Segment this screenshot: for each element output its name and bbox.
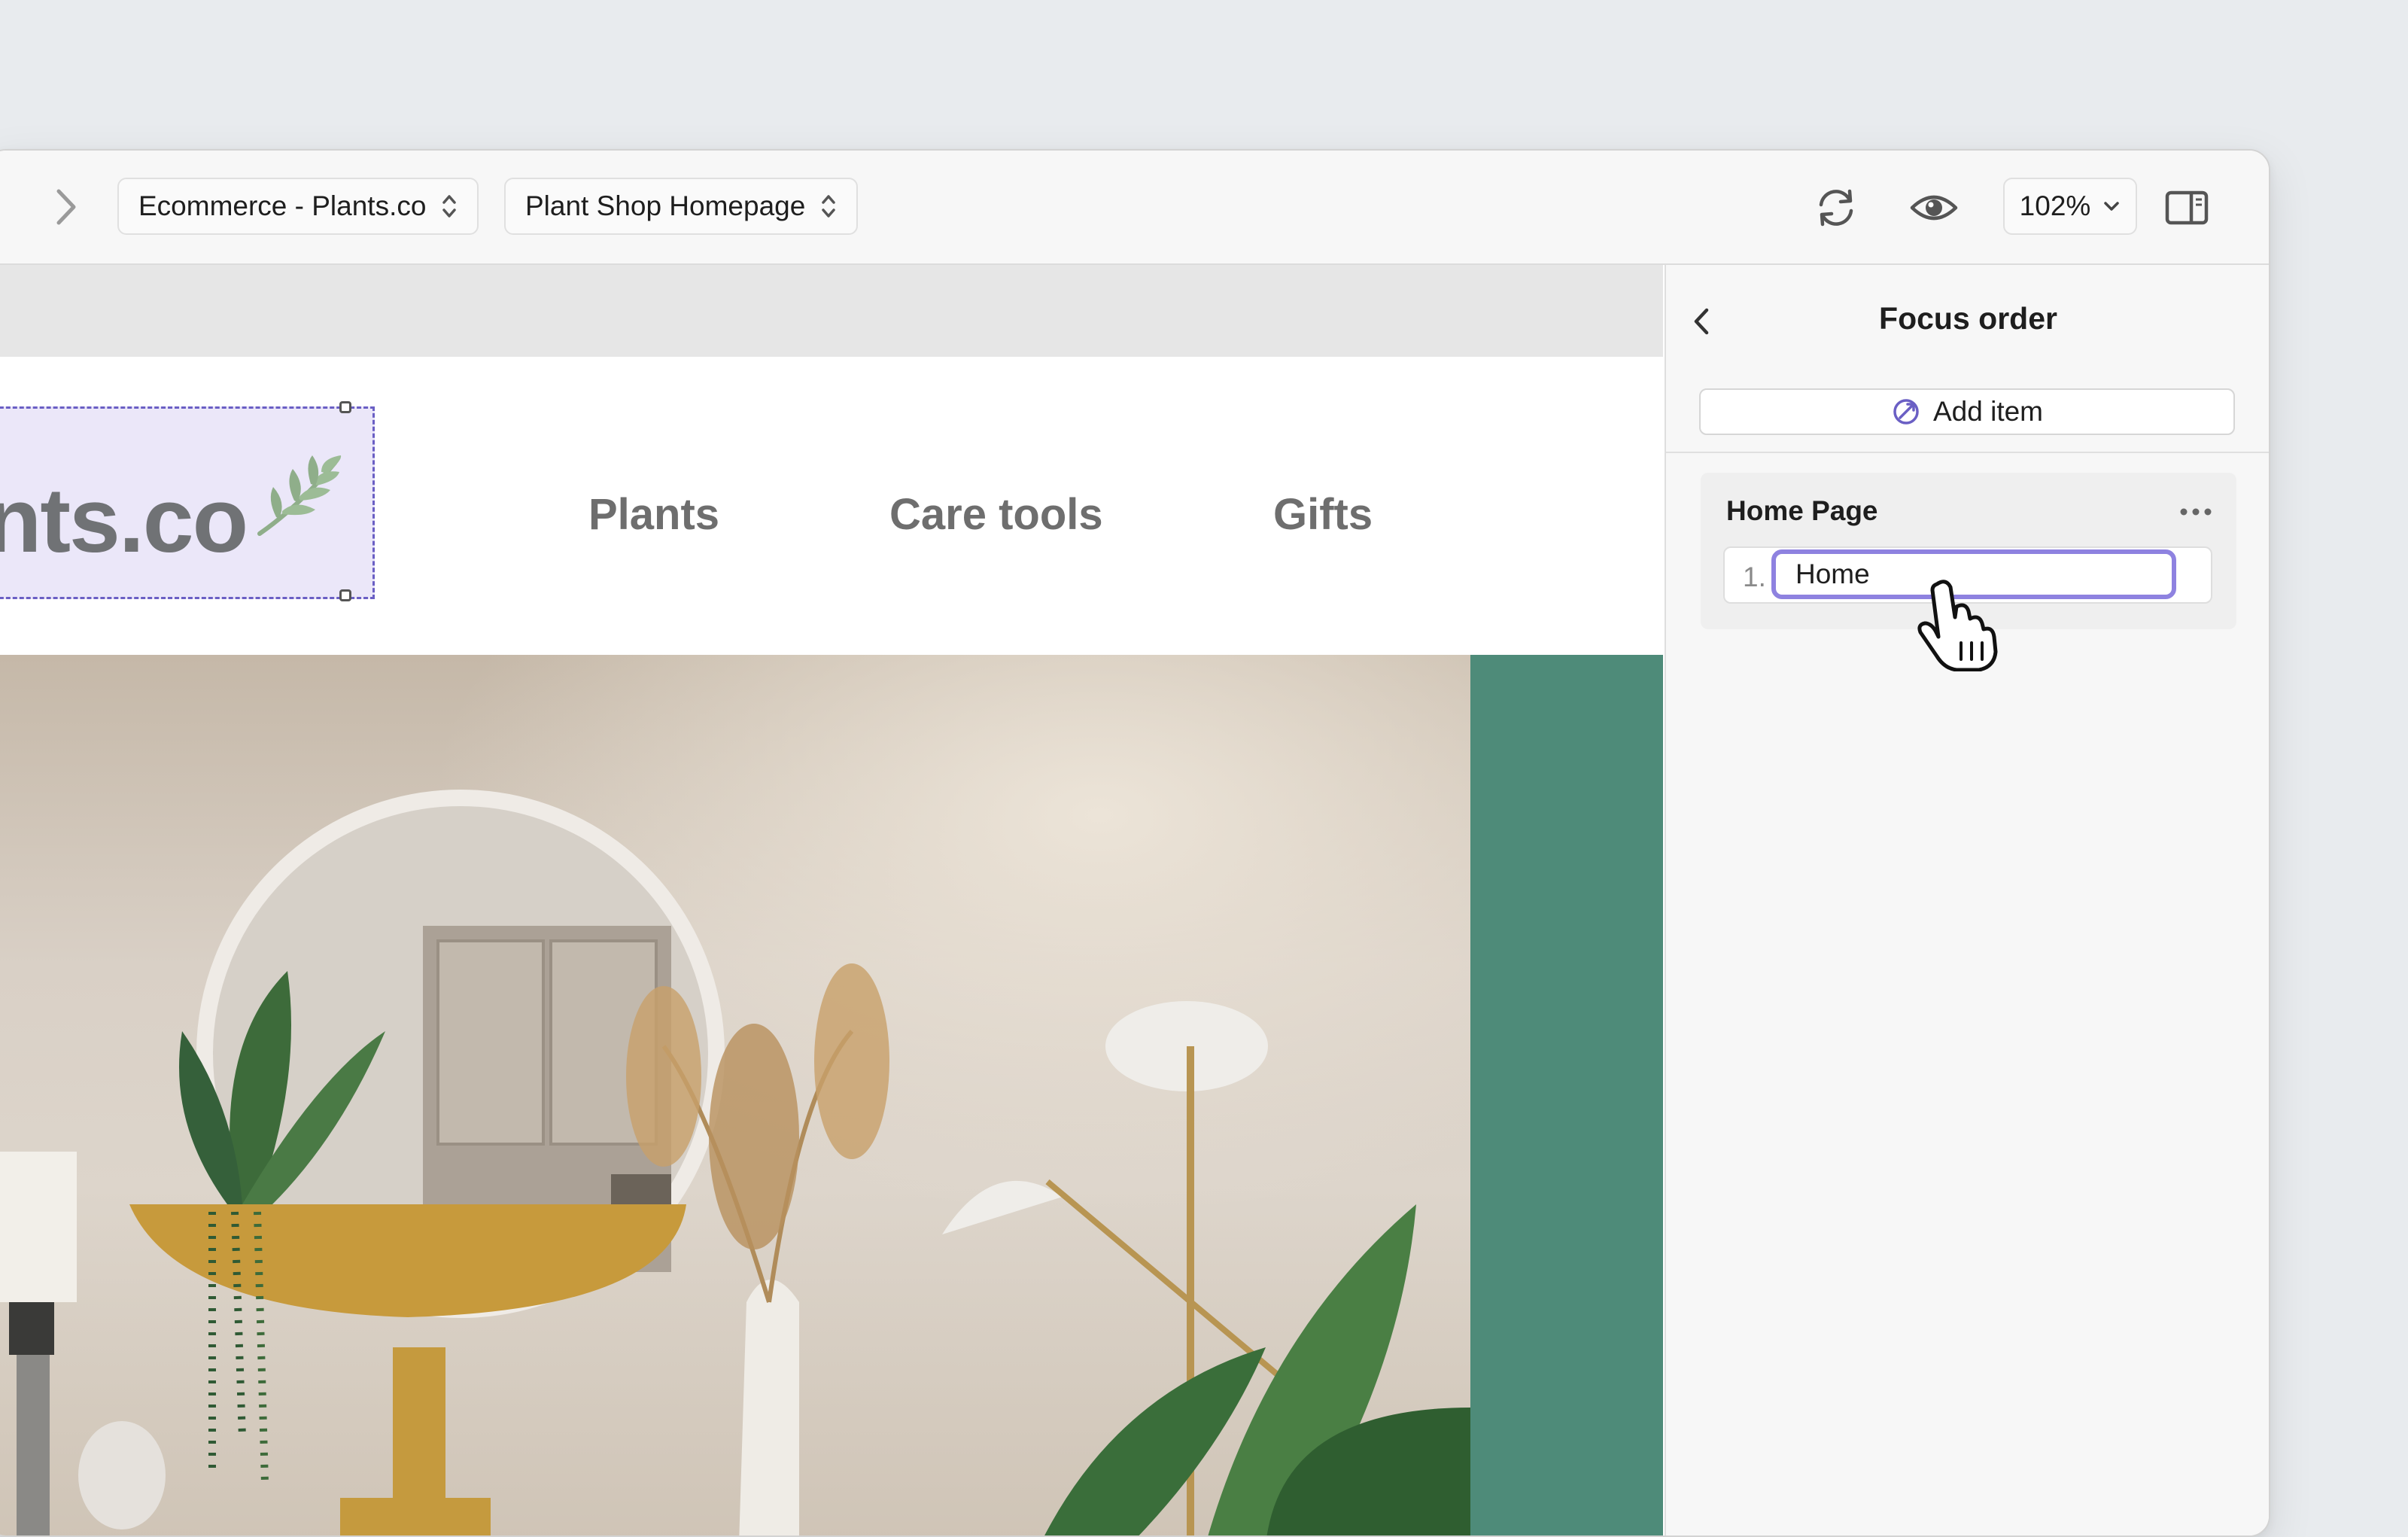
selected-logo-frame[interactable]: ants.co	[0, 401, 375, 601]
hand-cursor-icon	[1917, 580, 1998, 671]
updown-chevron-icon	[822, 195, 836, 218]
toolbar: Ecommerce - Plants.co Plant Shop Homepag…	[0, 151, 2269, 265]
app-window: Ecommerce - Plants.co Plant Shop Homepag…	[0, 149, 2270, 1537]
add-item-label: Add item	[1932, 396, 2043, 427]
divider	[1666, 452, 2269, 453]
hero-accent-panel	[1470, 655, 1663, 1535]
leaf-logo-icon	[257, 455, 342, 536]
sidebar-toggle-icon[interactable]	[2163, 185, 2211, 230]
resize-handle[interactable]	[339, 589, 351, 601]
group-title: Home Page	[1726, 495, 1878, 526]
more-options-icon[interactable]	[2179, 507, 2212, 516]
updown-chevron-icon	[442, 195, 457, 218]
nav-link-care-tools[interactable]: Care tools	[889, 489, 1103, 540]
page-select-label: Plant Shop Homepage	[525, 190, 806, 221]
page-select[interactable]: Plant Shop Homepage	[504, 178, 859, 235]
nav-link-gifts[interactable]: Gifts	[1273, 489, 1373, 540]
zoom-label: 102%	[2019, 190, 2091, 221]
sync-icon[interactable]	[1812, 185, 1860, 230]
focus-order-panel: Focus order Add item Home Page 1.	[1665, 265, 2269, 1535]
chevron-down-icon	[2104, 202, 2120, 211]
resize-handle[interactable]	[339, 401, 351, 413]
add-item-button[interactable]: Add item	[1699, 388, 2235, 435]
chevron-right-icon[interactable]	[51, 185, 81, 229]
site-header: ants.co Plants Care tools Gifts	[0, 357, 1663, 655]
focus-target-icon	[1893, 399, 1919, 425]
panel-title: Focus order	[1879, 301, 2057, 336]
hero-image	[0, 655, 1470, 1535]
logo-text: ants.co	[0, 469, 248, 571]
project-select[interactable]: Ecommerce - Plants.co	[117, 178, 479, 235]
eye-icon[interactable]	[1910, 185, 1958, 230]
design-canvas[interactable]: ants.co Plants Care tools Gifts	[0, 265, 1663, 1535]
zoom-select[interactable]: 102%	[2003, 178, 2137, 235]
item-number: 1.	[1743, 562, 1766, 592]
project-select-label: Ecommerce - Plants.co	[138, 190, 427, 221]
nav-link-plants[interactable]: Plants	[588, 489, 719, 540]
